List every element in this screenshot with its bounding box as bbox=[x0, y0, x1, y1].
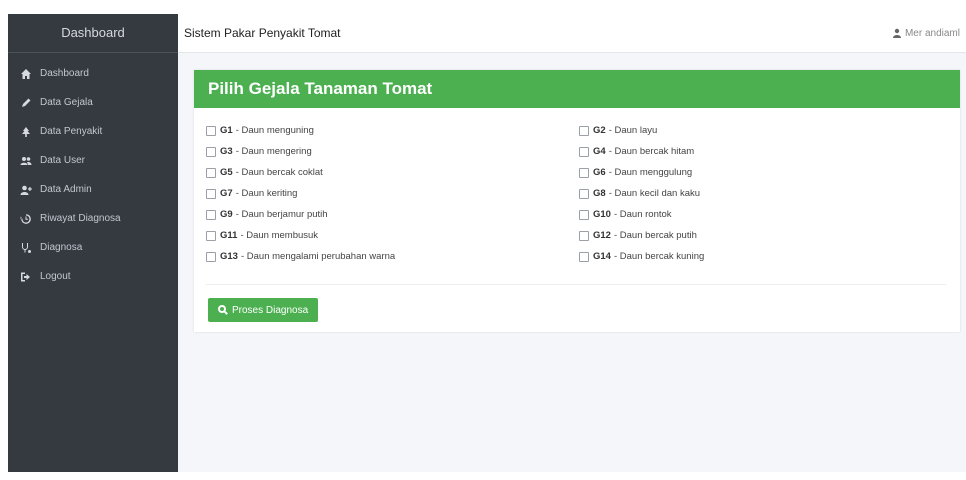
checkbox[interactable] bbox=[206, 125, 216, 136]
symptom-code: G11 bbox=[220, 230, 238, 241]
symptom-code: G6 bbox=[593, 167, 606, 178]
page-title: Sistem Pakar Penyakit Tomat bbox=[184, 26, 341, 40]
symptom-option-g10[interactable]: G10- Daun rontok bbox=[579, 204, 952, 225]
sidebar-item-label: Data Gejala bbox=[40, 97, 93, 108]
symptom-option-g6[interactable]: G6- Daun menggulung bbox=[579, 162, 952, 183]
symptom-option-g4[interactable]: G4- Daun bercak hitam bbox=[579, 141, 952, 162]
symptom-card: Pilih Gejala Tanaman Tomat G1- Daun meng… bbox=[194, 70, 960, 332]
sidebar-item-logout[interactable]: Logout bbox=[8, 262, 178, 291]
symptom-label: - Daun layu bbox=[608, 125, 658, 136]
symptom-label: - Daun membusuk bbox=[240, 230, 319, 241]
sidebar-item-data-admin[interactable]: Data Admin bbox=[8, 175, 178, 204]
app-frame: Dashboard Dashboard Data Gejala Data Pen… bbox=[8, 14, 966, 472]
symptom-label: - Daun mengalami perubahan warna bbox=[240, 251, 396, 262]
symptom-option-g11[interactable]: G11- Daun membusuk bbox=[206, 225, 579, 246]
symptom-label: - Daun rontok bbox=[613, 209, 672, 220]
user-name: Mer andiaml bbox=[904, 27, 960, 39]
sidebar-item-label: Data User bbox=[40, 155, 86, 166]
symptom-option-g13[interactable]: G13- Daun mengalami perubahan warna bbox=[206, 246, 579, 267]
symptom-label: - Daun bercak coklat bbox=[235, 167, 323, 178]
checkbox[interactable] bbox=[579, 209, 589, 220]
symptom-option-g5[interactable]: G5- Daun bercak coklat bbox=[206, 162, 579, 183]
symptom-code: G14 bbox=[593, 251, 611, 262]
sidebar-item-data-user[interactable]: Data User bbox=[8, 146, 178, 175]
symptom-code: G9 bbox=[220, 209, 233, 220]
symptom-code: G2 bbox=[593, 125, 606, 136]
user-plus-icon bbox=[20, 185, 32, 195]
button-label: Proses Diagnosa bbox=[232, 304, 309, 316]
symptom-code: G13 bbox=[220, 251, 238, 262]
checkbox[interactable] bbox=[206, 188, 216, 199]
symptom-label: - Daun bercak hitam bbox=[608, 146, 695, 157]
symptom-label: - Daun kecil dan kaku bbox=[608, 188, 701, 199]
symptom-label: - Daun bercak putih bbox=[613, 230, 697, 241]
pen-icon bbox=[22, 98, 31, 107]
symptom-option-g3[interactable]: G3- Daun mengering bbox=[206, 141, 579, 162]
sidebar-item-riwayat-diagnosa[interactable]: Riwayat Diagnosa bbox=[8, 204, 178, 233]
symptom-option-g2[interactable]: G2- Daun layu bbox=[579, 120, 952, 141]
symptom-code: G1 bbox=[220, 125, 233, 136]
symptom-option-g7[interactable]: G7- Daun keriting bbox=[206, 183, 579, 204]
topbar: Sistem Pakar Penyakit Tomat Mer andiaml bbox=[178, 14, 966, 53]
symptom-option-g8[interactable]: G8- Daun kecil dan kaku bbox=[579, 183, 952, 204]
symptom-code: G8 bbox=[593, 188, 606, 199]
symptom-code: G12 bbox=[593, 230, 611, 241]
users-icon bbox=[20, 156, 32, 165]
checkbox[interactable] bbox=[206, 209, 216, 220]
symptom-option-g9[interactable]: G9- Daun berjamur putih bbox=[206, 204, 579, 225]
checkbox[interactable] bbox=[206, 230, 216, 241]
sidebar-item-data-penyakit[interactable]: Data Penyakit bbox=[8, 117, 178, 146]
search-icon bbox=[218, 305, 228, 315]
sidebar-item-label: Dashboard bbox=[40, 68, 89, 79]
checkbox[interactable] bbox=[579, 188, 589, 199]
checkbox[interactable] bbox=[206, 146, 216, 157]
sidebar: Dashboard Dashboard Data Gejala Data Pen… bbox=[8, 14, 178, 472]
sidebar-menu: Dashboard Data Gejala Data Penyakit Data… bbox=[8, 53, 178, 291]
symptom-label: - Daun keriting bbox=[235, 188, 298, 199]
symptom-label: - Daun mengering bbox=[235, 146, 312, 157]
user-menu[interactable]: Mer andiaml bbox=[892, 28, 960, 39]
sidebar-item-dashboard[interactable]: Dashboard bbox=[8, 59, 178, 88]
sidebar-item-label: Data Admin bbox=[40, 184, 92, 195]
symptom-code: G4 bbox=[593, 146, 606, 157]
checkbox[interactable] bbox=[579, 230, 589, 241]
sidebar-brand[interactable]: Dashboard bbox=[8, 14, 178, 53]
sidebar-item-label: Data Penyakit bbox=[40, 126, 103, 137]
symptom-label: - Daun menggulung bbox=[608, 167, 693, 178]
symptom-option-g14[interactable]: G14- Daun bercak kuning bbox=[579, 246, 952, 267]
checkbox[interactable] bbox=[579, 125, 589, 136]
symptom-option-g1[interactable]: G1- Daun menguning bbox=[206, 120, 579, 141]
symptom-code: G5 bbox=[220, 167, 233, 178]
home-icon bbox=[21, 68, 31, 79]
checkbox[interactable] bbox=[579, 251, 589, 262]
stethoscope-icon bbox=[22, 242, 31, 253]
sidebar-item-data-gejala[interactable]: Data Gejala bbox=[8, 88, 178, 117]
symptom-code: G3 bbox=[220, 146, 233, 157]
symptom-code: G7 bbox=[220, 188, 233, 199]
user-icon bbox=[892, 28, 901, 38]
sidebar-item-label: Riwayat Diagnosa bbox=[40, 213, 121, 224]
history-icon bbox=[20, 213, 31, 224]
checkbox[interactable] bbox=[579, 167, 589, 178]
tree-icon bbox=[22, 126, 30, 137]
divider bbox=[206, 284, 946, 285]
sidebar-item-diagnosa[interactable]: Diagnosa bbox=[8, 233, 178, 262]
symptom-label: - Daun menguning bbox=[235, 125, 314, 136]
checkbox[interactable] bbox=[206, 167, 216, 178]
process-diagnosis-button[interactable]: Proses Diagnosa bbox=[208, 298, 319, 322]
logout-icon bbox=[21, 272, 30, 281]
checkbox[interactable] bbox=[579, 146, 589, 157]
checkbox[interactable] bbox=[206, 251, 216, 262]
main-content: Sistem Pakar Penyakit Tomat Mer andiaml … bbox=[178, 14, 966, 472]
symptom-label: - Daun bercak kuning bbox=[613, 251, 705, 262]
symptom-list: G1- Daun menguning G2- Daun layu G3- Dau… bbox=[194, 108, 960, 267]
symptom-code: G10 bbox=[593, 209, 611, 220]
symptom-option-g12[interactable]: G12- Daun bercak putih bbox=[579, 225, 952, 246]
sidebar-item-label: Diagnosa bbox=[40, 242, 83, 253]
card-title: Pilih Gejala Tanaman Tomat bbox=[194, 70, 960, 108]
sidebar-item-label: Logout bbox=[40, 271, 71, 282]
symptom-label: - Daun berjamur putih bbox=[235, 209, 328, 220]
